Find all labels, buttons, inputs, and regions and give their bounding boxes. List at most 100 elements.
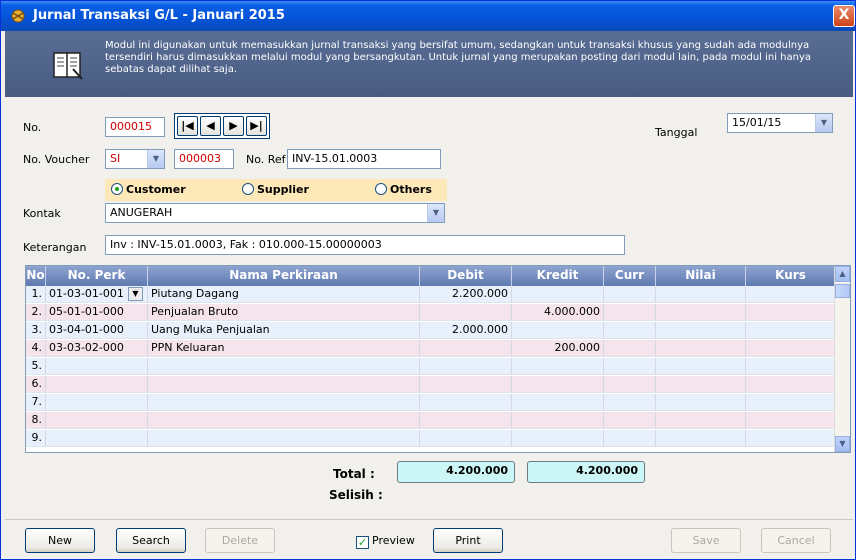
- cell-nama[interactable]: [148, 430, 420, 447]
- grid-scrollbar[interactable]: ▲ ▼: [834, 266, 850, 452]
- cell-perk[interactable]: 05-01-01-000: [46, 304, 148, 321]
- col-curr[interactable]: Curr: [604, 266, 656, 286]
- cell-perk[interactable]: [46, 430, 148, 447]
- cell-nilai[interactable]: [656, 340, 746, 357]
- scroll-down-icon[interactable]: ▼: [835, 436, 850, 452]
- cell-nilai[interactable]: [656, 412, 746, 429]
- voucher-no-field[interactable]: 000003: [174, 149, 234, 169]
- chevron-down-icon[interactable]: ▼: [147, 150, 164, 168]
- kontak-select[interactable]: ANUGERAH ▼: [105, 203, 445, 223]
- col-perk[interactable]: No. Perk: [46, 266, 148, 286]
- scroll-thumb[interactable]: [835, 284, 850, 298]
- close-button[interactable]: X: [833, 5, 855, 27]
- table-row[interactable]: 6.: [26, 376, 836, 393]
- voucher-type-select[interactable]: SI ▼: [105, 149, 165, 169]
- cell-nama[interactable]: [148, 376, 420, 393]
- cell-kredit[interactable]: [512, 376, 604, 393]
- cell-nama[interactable]: [148, 358, 420, 375]
- radio-customer[interactable]: Customer: [111, 183, 186, 196]
- col-nama[interactable]: Nama Perkiraan: [148, 266, 420, 286]
- cell-kurs[interactable]: [746, 376, 836, 393]
- preview-checkbox[interactable]: ✓ Preview: [356, 534, 415, 549]
- table-row[interactable]: 4. 03-03-02-000 PPN Keluaran 200.000: [26, 340, 836, 357]
- cell-curr[interactable]: [604, 304, 656, 321]
- cell-nilai[interactable]: [656, 358, 746, 375]
- table-row[interactable]: 3. 03-04-01-000 Uang Muka Penjualan 2.000.0…: [26, 322, 836, 339]
- cell-nilai[interactable]: [656, 430, 746, 447]
- cell-nama[interactable]: Penjualan Bruto: [148, 304, 420, 321]
- col-kredit[interactable]: Kredit: [512, 266, 604, 286]
- cell-nilai[interactable]: [656, 376, 746, 393]
- cell-curr[interactable]: [604, 358, 656, 375]
- cell-debit[interactable]: [420, 358, 512, 375]
- scroll-up-icon[interactable]: ▲: [835, 266, 850, 282]
- cell-nilai[interactable]: [656, 286, 746, 303]
- last-record-button[interactable]: ▶|: [246, 116, 267, 136]
- cell-perk[interactable]: 03-03-02-000: [46, 340, 148, 357]
- cell-debit[interactable]: [420, 304, 512, 321]
- chevron-down-icon[interactable]: ▼: [815, 114, 832, 132]
- print-button[interactable]: Print: [433, 528, 503, 553]
- cell-nilai[interactable]: [656, 322, 746, 339]
- cell-kurs[interactable]: [746, 322, 836, 339]
- cancel-button[interactable]: Cancel: [761, 528, 831, 553]
- prev-record-button[interactable]: ◀: [200, 116, 221, 136]
- cell-kredit[interactable]: [512, 322, 604, 339]
- cell-kurs[interactable]: [746, 394, 836, 411]
- first-record-button[interactable]: |◀: [177, 116, 198, 136]
- cell-perk[interactable]: [46, 394, 148, 411]
- cell-nama[interactable]: Piutang Dagang: [148, 286, 420, 303]
- cell-no[interactable]: 2.: [26, 304, 46, 321]
- cell-debit[interactable]: [420, 412, 512, 429]
- cell-perk[interactable]: [46, 376, 148, 393]
- cell-no[interactable]: 1.: [26, 286, 46, 303]
- cell-debit[interactable]: 2.200.000: [420, 286, 512, 303]
- table-row[interactable]: 8.: [26, 412, 836, 429]
- cell-curr[interactable]: [604, 376, 656, 393]
- cell-nama[interactable]: Uang Muka Penjualan: [148, 322, 420, 339]
- chevron-down-icon[interactable]: ▼: [427, 204, 444, 222]
- cell-curr[interactable]: [604, 394, 656, 411]
- cell-curr[interactable]: [604, 412, 656, 429]
- cell-kurs[interactable]: [746, 412, 836, 429]
- new-button[interactable]: New: [25, 528, 95, 553]
- cell-kredit[interactable]: [512, 412, 604, 429]
- table-row[interactable]: 5.: [26, 358, 836, 375]
- chevron-down-icon[interactable]: ▼: [128, 287, 143, 301]
- cell-debit[interactable]: [420, 376, 512, 393]
- table-row[interactable]: 1. 01-03-01-001 Piutang Dagang 2.200.000 ▼: [26, 286, 836, 303]
- cell-no[interactable]: 8.: [26, 412, 46, 429]
- next-record-button[interactable]: ▶: [223, 116, 244, 136]
- tanggal-picker[interactable]: 15/01/15 ▼: [727, 113, 833, 133]
- cell-kredit[interactable]: 200.000: [512, 340, 604, 357]
- cell-no[interactable]: 3.: [26, 322, 46, 339]
- cell-nama[interactable]: [148, 412, 420, 429]
- save-button[interactable]: Save: [671, 528, 741, 553]
- no-field[interactable]: 000015: [105, 117, 165, 137]
- cell-debit[interactable]: 2.000.000: [420, 322, 512, 339]
- cell-kredit[interactable]: [512, 394, 604, 411]
- cell-no[interactable]: 4.: [26, 340, 46, 357]
- delete-button[interactable]: Delete: [205, 528, 275, 553]
- keterangan-field[interactable]: Inv : INV-15.01.0003, Fak : 010.000-15.0…: [105, 235, 625, 255]
- cell-debit[interactable]: [420, 340, 512, 357]
- cell-no[interactable]: 7.: [26, 394, 46, 411]
- cell-perk[interactable]: 03-04-01-000: [46, 322, 148, 339]
- cell-kurs[interactable]: [746, 340, 836, 357]
- cell-no[interactable]: 6.: [26, 376, 46, 393]
- cell-kredit[interactable]: [512, 358, 604, 375]
- cell-nilai[interactable]: [656, 394, 746, 411]
- cell-debit[interactable]: [420, 394, 512, 411]
- search-button[interactable]: Search: [116, 528, 186, 553]
- ref-field[interactable]: INV-15.01.0003: [287, 149, 441, 169]
- table-row[interactable]: 7.: [26, 394, 836, 411]
- col-no[interactable]: No: [26, 266, 46, 286]
- cell-curr[interactable]: [604, 340, 656, 357]
- cell-kredit[interactable]: [512, 286, 604, 303]
- cell-debit[interactable]: [420, 430, 512, 447]
- cell-nama[interactable]: [148, 394, 420, 411]
- table-row[interactable]: 9.: [26, 430, 836, 447]
- cell-kredit[interactable]: [512, 430, 604, 447]
- cell-kurs[interactable]: [746, 286, 836, 303]
- cell-curr[interactable]: [604, 286, 656, 303]
